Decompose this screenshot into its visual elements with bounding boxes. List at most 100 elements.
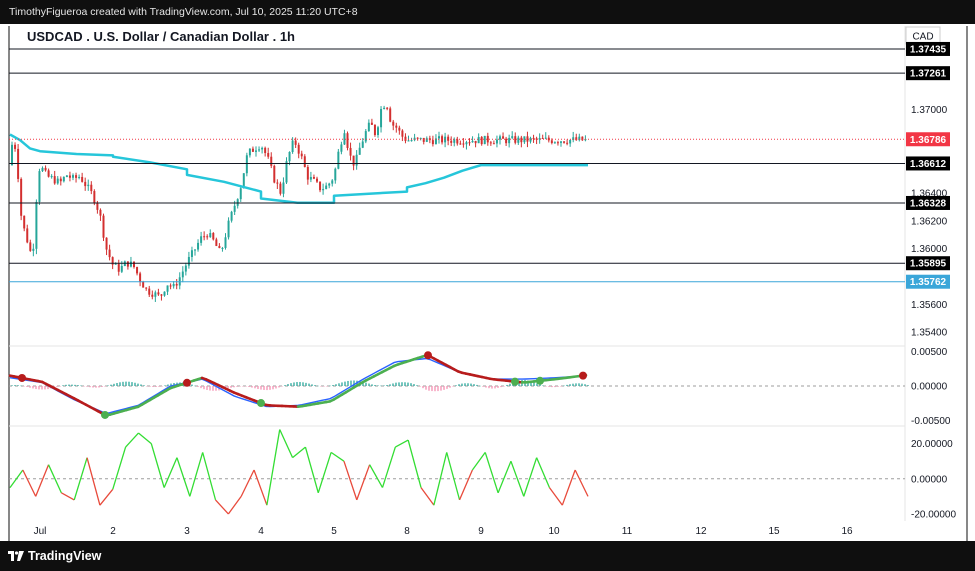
- macd-histogram-bar: [326, 386, 328, 387]
- candle-body: [96, 203, 99, 210]
- candle-body: [239, 188, 242, 200]
- candle-body: [514, 136, 517, 143]
- candle-body: [306, 166, 309, 180]
- candle-body: [373, 124, 376, 136]
- macd-histogram-bar: [200, 386, 202, 389]
- candle-body: [282, 182, 285, 194]
- candle-body: [245, 155, 248, 174]
- macd-histogram-bar: [272, 386, 274, 390]
- candle-body: [410, 140, 413, 142]
- macd-histogram-bar: [68, 384, 70, 386]
- macd-histogram-bar: [164, 385, 166, 386]
- macd-histogram-bar: [335, 384, 337, 386]
- macd-histogram-bar: [275, 386, 277, 389]
- macd-histogram-bar: [299, 381, 301, 386]
- crossover-dot: [424, 351, 432, 360]
- macd-histogram-bar: [131, 382, 133, 386]
- macd-histogram-bar: [437, 386, 439, 392]
- macd-histogram-bar: [476, 384, 478, 386]
- candle-body: [291, 140, 294, 152]
- candle-body: [502, 136, 505, 139]
- candle-body: [75, 175, 78, 178]
- candle-body: [114, 263, 117, 265]
- candle-body: [41, 167, 44, 172]
- macd-histogram-bar: [161, 386, 163, 387]
- candle-body: [511, 136, 514, 138]
- candle-body: [520, 137, 523, 143]
- time-tick-label: 16: [841, 526, 853, 537]
- candle-body: [56, 178, 59, 184]
- macd-histogram-bar: [467, 383, 469, 386]
- time-tick-label: 15: [768, 526, 780, 537]
- time-tick-label: 11: [622, 526, 633, 537]
- macd-histogram-bar: [260, 386, 262, 390]
- macd-histogram-bar: [251, 386, 253, 388]
- candle-body: [328, 183, 331, 186]
- candle-body: [462, 143, 465, 145]
- time-tick-label: 3: [184, 526, 190, 537]
- candle-body: [303, 156, 306, 167]
- candle-body: [14, 144, 17, 149]
- candle-body: [215, 239, 218, 246]
- macd-histogram-bar: [320, 386, 322, 387]
- candle-body: [453, 139, 456, 143]
- macd-histogram-bar: [257, 386, 259, 390]
- candle-body: [224, 237, 227, 248]
- macd-tick-label: 0.00500: [911, 347, 948, 358]
- candle-body: [465, 142, 468, 145]
- macd-histogram-bar: [563, 385, 565, 387]
- candle-body: [105, 237, 108, 250]
- price-tick-label: 1.37000: [911, 105, 948, 116]
- watermark-text: TimothyFigueroa created with TradingView…: [9, 6, 358, 18]
- candle-body: [495, 139, 498, 144]
- candle-body: [468, 142, 471, 144]
- candle-body: [569, 140, 572, 144]
- macd-histogram-bar: [59, 386, 61, 387]
- candle-body: [370, 122, 373, 125]
- macd-histogram-bar: [425, 386, 427, 390]
- candle-body: [279, 183, 282, 194]
- candle-body: [456, 139, 459, 144]
- candle-body: [148, 288, 151, 295]
- candle-body: [340, 144, 343, 152]
- crossover-dot: [579, 371, 587, 380]
- candle-body: [447, 136, 450, 141]
- candle-body: [499, 136, 501, 140]
- macd-histogram-bar: [545, 386, 547, 387]
- candle-body: [72, 175, 74, 178]
- macd-histogram-bar: [29, 386, 31, 388]
- macd-histogram-bar: [119, 382, 121, 386]
- macd-histogram-bar: [368, 383, 370, 386]
- candle-body: [459, 143, 462, 145]
- macd-histogram-bar: [80, 385, 82, 387]
- macd-histogram-bar: [155, 386, 157, 387]
- candle-body: [380, 109, 383, 128]
- macd-histogram-bar: [482, 386, 484, 387]
- macd-histogram-bar: [56, 386, 58, 387]
- macd-histogram-bar: [416, 385, 418, 386]
- candle-body: [133, 261, 135, 268]
- macd-histogram-bar: [323, 386, 325, 387]
- macd-histogram-bar: [293, 382, 295, 386]
- macd-histogram-bar: [83, 386, 85, 387]
- candle-body: [172, 284, 175, 287]
- time-tick-label: 8: [404, 526, 410, 537]
- candle-body: [450, 140, 453, 143]
- chart-area[interactable]: USDCAD . U.S. Dollar / Canadian Dollar .…: [0, 24, 975, 541]
- macd-histogram-bar: [410, 383, 412, 386]
- bottom-bar: TradingView: [0, 541, 975, 571]
- macd-histogram-bar: [581, 383, 583, 386]
- macd-histogram-bar: [308, 383, 310, 386]
- candle-body: [438, 136, 440, 139]
- candle-body: [422, 137, 425, 142]
- candle-body: [483, 135, 486, 145]
- candle-body: [285, 161, 288, 183]
- candle-body: [416, 137, 419, 139]
- macd-histogram-bar: [98, 386, 100, 388]
- oscillator-tick-label: -20.00000: [911, 509, 956, 520]
- macd-histogram-bar: [38, 386, 40, 390]
- macd-histogram-bar: [344, 381, 346, 386]
- candle-body: [248, 148, 251, 156]
- macd-histogram-bar: [491, 386, 493, 389]
- candle-body: [187, 256, 190, 266]
